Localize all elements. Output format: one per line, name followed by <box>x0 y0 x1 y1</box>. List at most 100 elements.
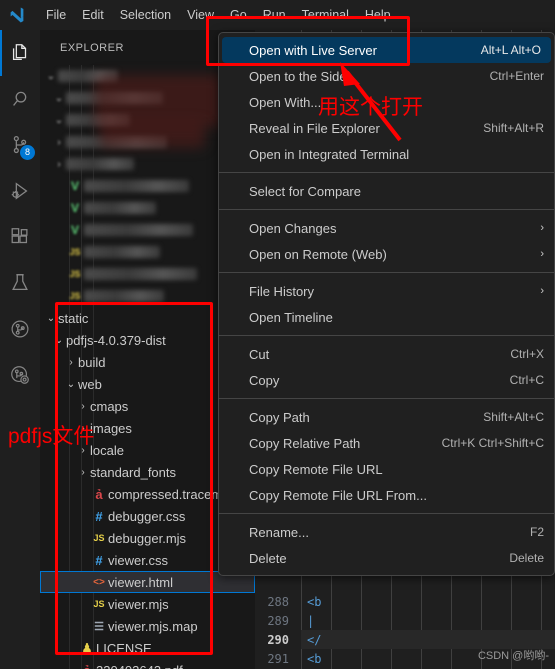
tree-item-label <box>66 92 163 104</box>
menu-item-shortcut: Ctrl+X <box>510 347 544 361</box>
tree-item-label <box>66 114 130 126</box>
menu-item-shortcut: Ctrl+C <box>509 373 544 387</box>
menu-item-shortcut: Alt+L Alt+O <box>480 43 541 57</box>
tree-item-label: compressed.tracem <box>108 486 223 502</box>
tree-item-viewer.mjs[interactable]: JS viewer.mjs <box>40 593 255 615</box>
menu-item-reveal-in-file-explorer[interactable]: Reveal in File Explorer Shift+Alt+R <box>219 115 554 141</box>
pdf-file-icon: ả <box>78 663 96 669</box>
menu-item-terminal[interactable]: Terminal <box>294 4 357 26</box>
code-text: </ <box>307 632 322 647</box>
menu-item-label: Copy Remote File URL <box>249 461 383 477</box>
tree-item-label <box>66 158 134 170</box>
menu-item-file[interactable]: File <box>38 4 74 26</box>
menu-item-copy-remote-file-url[interactable]: Copy Remote File URL <box>219 456 554 482</box>
menu-item-label: Copy Path <box>249 409 310 425</box>
menu-item-delete[interactable]: Delete Delete <box>219 545 554 571</box>
source-control-branch-icon[interactable]: 8 <box>0 122 40 168</box>
menu-item-rename[interactable]: Rename... F2 <box>219 519 554 545</box>
menu-item-cut[interactable]: Cut Ctrl+X <box>219 341 554 367</box>
menu-item-file-history[interactable]: File History › <box>219 278 554 304</box>
code-text: <b <box>307 651 322 666</box>
chevron-right-icon: › <box>540 285 544 297</box>
css-file-icon: # <box>95 508 103 524</box>
menu-item-shortcut: Ctrl+Enter <box>489 69 544 83</box>
chevron-right-icon: › <box>57 136 61 148</box>
menu-item-open-with[interactable]: Open With... <box>219 89 554 115</box>
chevron-right-icon: › <box>81 422 85 434</box>
vue-file-icon: V <box>70 201 79 215</box>
menu-item-edit[interactable]: Edit <box>74 4 112 26</box>
menu-item-open-changes[interactable]: Open Changes › <box>219 215 554 241</box>
tree-item-label: 230402643.pdf <box>96 663 183 669</box>
menu-item-copy-relative-path[interactable]: Copy Relative Path Ctrl+K Ctrl+Shift+C <box>219 430 554 456</box>
menu-item-label: File History <box>249 283 315 299</box>
menu-item-open-in-integrated-terminal[interactable]: Open in Integrated Terminal <box>219 141 554 167</box>
menu-item-help[interactable]: Help <box>357 4 399 26</box>
menu-item-select-for-compare[interactable]: Select for Compare <box>219 178 554 204</box>
tree-item-viewer.mjs.map[interactable]: ☰ viewer.mjs.map <box>40 615 255 637</box>
tree-item-label <box>84 224 193 236</box>
tree-item-label <box>84 290 164 302</box>
vue-file-icon: V <box>70 223 79 237</box>
menu-item-label: Reveal in File Explorer <box>249 120 380 136</box>
chevron-down-icon: ⌄ <box>54 334 64 346</box>
menu-separator <box>219 172 554 173</box>
chevron-right-icon: › <box>81 400 85 412</box>
menu-item-copy-remote-file-url-from[interactable]: Copy Remote File URL From... <box>219 482 554 508</box>
menu-item-run[interactable]: Run <box>255 4 294 26</box>
pdf-file-icon: ả <box>95 486 103 502</box>
menu-item-open-timeline[interactable]: Open Timeline <box>219 304 554 330</box>
run-and-debug-icon[interactable] <box>0 168 40 214</box>
chevron-down-icon: ⌄ <box>54 92 64 104</box>
license-key-icon: ♟ <box>81 641 93 655</box>
gitlens-circle-icon[interactable] <box>0 306 40 352</box>
menu-item-copy-path[interactable]: Copy Path Shift+Alt+C <box>219 404 554 430</box>
tree-item-label: web <box>78 376 102 392</box>
menu-item-shortcut: F2 <box>529 525 544 539</box>
js-file-icon: JS <box>69 269 81 279</box>
chevron-right-icon: › <box>81 466 85 478</box>
menu-item-open-to-the-side[interactable]: Open to the Side Ctrl+Enter <box>219 63 554 89</box>
js-file-icon: JS <box>93 599 105 609</box>
code-line[interactable]: 289 | <box>255 611 555 630</box>
chevron-right-icon: › <box>540 222 544 234</box>
chevron-right-icon: › <box>69 356 73 368</box>
menu-item-label: Open in Integrated Terminal <box>249 146 410 162</box>
menu-item-selection[interactable]: Selection <box>112 4 179 26</box>
line-number: 288 <box>267 594 289 609</box>
menu-separator <box>219 272 554 273</box>
menu-item-shortcut: Shift+Alt+C <box>483 410 544 424</box>
menu-item-view[interactable]: View <box>179 4 222 26</box>
tree-item-license[interactable]: ♟ LICENSE <box>40 637 255 659</box>
menu-item-go[interactable]: Go <box>222 4 255 26</box>
search-icon[interactable] <box>0 76 40 122</box>
tree-item-label <box>84 246 160 258</box>
menu-item-open-with-live-server[interactable]: Open with Live Server Alt+L Alt+O <box>222 37 551 63</box>
menu-item-label: Open Timeline <box>249 309 333 325</box>
menu-item-label: Select for Compare <box>249 183 361 199</box>
explorer-files-icon[interactable] <box>0 30 40 76</box>
menu-item-open-on-remote-web[interactable]: Open on Remote (Web) › <box>219 241 554 267</box>
menu-item-copy[interactable]: Copy Ctrl+C <box>219 367 554 393</box>
code-text: | <box>307 613 315 628</box>
chevron-right-icon: › <box>81 444 85 456</box>
extensions-blocks-icon[interactable] <box>0 214 40 260</box>
tree-item-label: debugger.mjs <box>108 530 187 546</box>
menu-separator <box>219 513 554 514</box>
vue-file-icon: V <box>70 179 79 193</box>
tree-item-label: images <box>90 420 132 436</box>
menu-item-label: Open on Remote (Web) <box>249 246 387 262</box>
gitlens-inspect-icon[interactable] <box>0 352 40 398</box>
tree-item-label: static <box>58 310 89 326</box>
chevron-down-icon: ⌄ <box>46 70 56 82</box>
file-context-menu[interactable]: Open with Live Server Alt+L Alt+O Open to … <box>218 32 555 576</box>
menu-item-label: Delete <box>249 550 287 566</box>
testing-beaker-icon[interactable] <box>0 260 40 306</box>
css-file-icon: # <box>95 552 103 568</box>
js-file-icon: JS <box>69 291 81 301</box>
tree-item-label: viewer.mjs.map <box>108 618 198 634</box>
code-line[interactable]: 288 <b <box>255 592 555 611</box>
menu-bar: File Edit Selection View Go Run Terminal Help <box>38 4 399 26</box>
chevron-down-icon: ⌄ <box>66 378 76 390</box>
tree-item-230402643.pdf[interactable]: ả230402643.pdf <box>40 659 255 669</box>
